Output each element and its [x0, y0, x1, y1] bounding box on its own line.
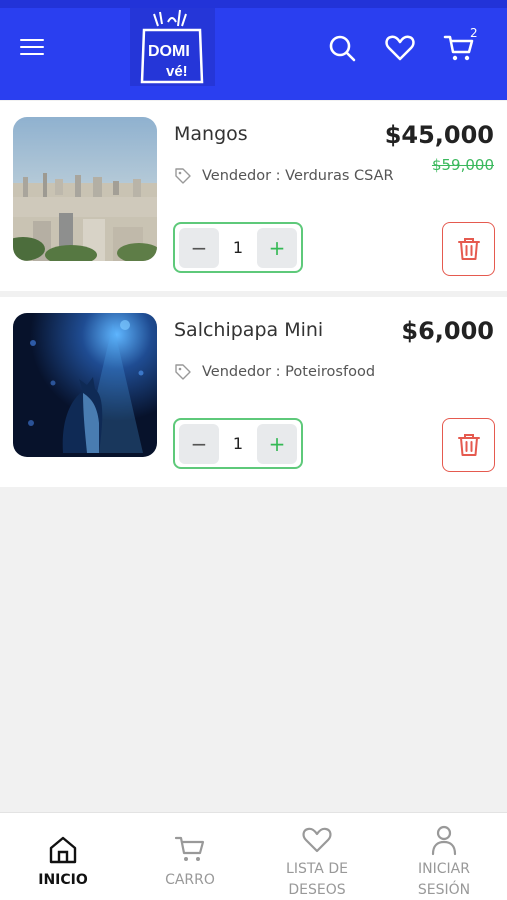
heart-icon[interactable] — [384, 32, 416, 64]
city-photo — [13, 117, 157, 261]
menu-button[interactable] — [20, 34, 50, 62]
delete-item-button[interactable] — [442, 418, 495, 472]
decrement-button[interactable]: − — [179, 424, 219, 464]
quantity-stepper: − 1 + — [173, 222, 303, 273]
logo-text-line1: DOMI — [148, 43, 190, 60]
product-image-mangos — [13, 117, 157, 261]
nav-label: INICIO — [38, 872, 88, 888]
app-header: DOMI vé! 2 — [0, 0, 507, 100]
quantity-stepper: − 1 + — [173, 418, 303, 469]
nav-item-carro[interactable]: CARRO — [127, 813, 253, 900]
nav-label-line1: INICIAR — [418, 861, 470, 877]
bag-logo-icon: DOMI vé! — [140, 9, 204, 84]
trash-icon — [457, 434, 480, 456]
increment-button[interactable]: + — [257, 424, 297, 464]
delete-item-button[interactable] — [442, 222, 495, 276]
original-price: $59,000 — [431, 156, 494, 174]
brand-logo[interactable]: DOMI vé! — [130, 8, 215, 86]
nav-item-iniciar-sesion[interactable]: INICIAR SESIÓN — [381, 813, 507, 900]
home-icon — [49, 836, 77, 864]
vendor-name: Vendedor : Poteirosfood — [202, 364, 376, 380]
nav-label: CARRO — [165, 872, 215, 888]
product-price: $6,000 — [401, 317, 494, 345]
cart-icon — [174, 836, 205, 861]
tag-icon — [175, 168, 191, 184]
cart-item: Salchipapa Mini Vendedor : Poteirosfood … — [0, 297, 507, 487]
product-image-salchipapa — [13, 313, 157, 457]
product-name: Mangos — [174, 123, 248, 145]
heart-icon — [302, 827, 332, 853]
decrement-button[interactable]: − — [179, 228, 219, 268]
cat-photo — [13, 313, 157, 457]
logo-text-line2: vé! — [166, 63, 188, 80]
product-price: $45,000 — [384, 121, 494, 149]
hamburger-icon-bar — [20, 38, 44, 42]
trash-icon — [457, 238, 480, 260]
tag-icon — [175, 364, 191, 380]
hamburger-icon-bar — [20, 52, 44, 56]
nav-label-line1: LISTA DE — [286, 861, 348, 877]
nav-label-line2: DESEOS — [288, 882, 346, 898]
vendor-name: Vendedor : Verduras CSAR — [202, 168, 394, 184]
nav-item-lista-deseos[interactable]: LISTA DE DESEOS — [254, 813, 380, 900]
hamburger-icon-bar — [20, 45, 44, 49]
vendor-line: Vendedor : Verduras CSAR — [174, 167, 394, 185]
user-icon — [431, 825, 457, 856]
status-strip — [0, 0, 507, 8]
search-icon[interactable] — [326, 32, 358, 64]
nav-label-line2: SESIÓN — [417, 882, 471, 898]
quantity-value: 1 — [232, 238, 244, 257]
vendor-line: Vendedor : Poteirosfood — [174, 363, 375, 381]
cart-count-badge: 2 — [470, 26, 478, 40]
bottom-navigation: INICIO CARRO LISTA DE DESEOS INICIAR SES… — [0, 812, 507, 900]
quantity-value: 1 — [232, 434, 244, 453]
increment-button[interactable]: + — [257, 228, 297, 268]
cart-item: Mangos Vendedor : Verduras CSAR $45,000 … — [0, 101, 507, 291]
product-name: Salchipapa Mini — [174, 319, 324, 341]
nav-item-inicio[interactable]: INICIO — [0, 813, 126, 900]
